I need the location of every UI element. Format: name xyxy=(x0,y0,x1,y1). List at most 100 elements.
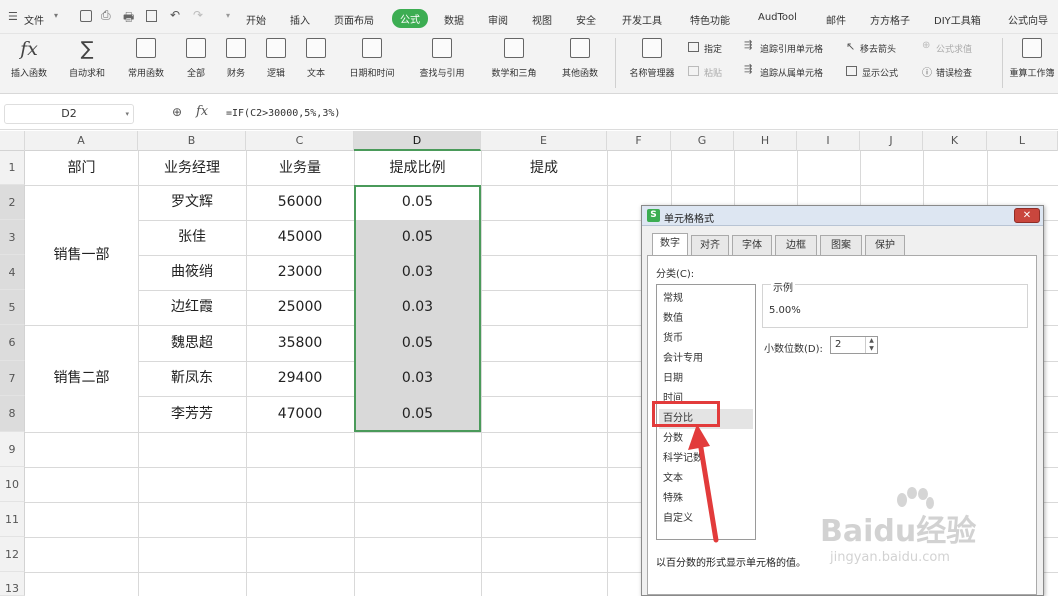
autosum-button[interactable]: ∑ 自动求和 xyxy=(60,38,114,79)
financial-button[interactable]: 财务 xyxy=(218,38,254,79)
tab-audtool[interactable]: AudTool xyxy=(758,12,797,23)
ratio-cell[interactable]: 0.03 xyxy=(354,361,481,396)
chevron-down-icon[interactable]: ▾ xyxy=(226,11,230,20)
merged-cell-dept2[interactable]: 销售二部 xyxy=(25,325,138,432)
volume-cell[interactable]: 35800 xyxy=(246,325,354,361)
tab-diy-toolbox[interactable]: DIY工具箱 xyxy=(934,12,981,27)
name-manager-button[interactable]: 名称管理器 xyxy=(622,38,682,79)
redo-icon[interactable]: ↷ xyxy=(193,8,203,22)
tab-font[interactable]: 字体 xyxy=(732,235,772,255)
spin-up-icon[interactable]: ▲ xyxy=(865,337,877,345)
tab-home[interactable]: 开始 xyxy=(246,12,266,27)
trace-precedents-button[interactable]: 追踪引用单元格 xyxy=(760,42,823,55)
category-item[interactable]: 数值 xyxy=(659,309,753,329)
header-cell-ratio[interactable]: 提成比例 xyxy=(354,151,481,185)
error-check-button[interactable]: 错误检查 xyxy=(936,66,972,79)
column-header[interactable]: B xyxy=(138,131,246,151)
manager-cell[interactable]: 张佳 xyxy=(138,220,246,255)
category-item[interactable]: 货币 xyxy=(659,329,753,349)
column-header[interactable]: I xyxy=(797,131,860,151)
name-box[interactable]: D2 ▾ xyxy=(4,104,134,124)
date-time-button[interactable]: 日期和时间 xyxy=(340,38,404,79)
row-header[interactable]: 8 xyxy=(0,396,25,432)
tab-features[interactable]: 特色功能 xyxy=(690,12,730,27)
column-header[interactable]: F xyxy=(607,131,671,151)
undo-icon[interactable]: ↶ xyxy=(170,8,180,22)
math-trig-button[interactable]: 数学和三角 xyxy=(482,38,546,79)
volume-cell[interactable]: 45000 xyxy=(246,220,354,255)
row-header[interactable]: 9 xyxy=(0,432,25,467)
ratio-cell[interactable]: 0.05 xyxy=(354,185,481,220)
ratio-cell[interactable]: 0.05 xyxy=(354,396,481,432)
dialog-titlebar[interactable]: S 单元格格式 ✕ xyxy=(642,206,1043,226)
column-header[interactable]: C xyxy=(246,131,354,151)
row-header[interactable]: 11 xyxy=(0,502,25,537)
tab-security[interactable]: 安全 xyxy=(576,12,596,27)
manager-cell[interactable]: 曲筱绡 xyxy=(138,255,246,290)
hamburger-icon[interactable]: ☰ xyxy=(8,10,18,23)
volume-cell[interactable]: 47000 xyxy=(246,396,354,432)
tab-data[interactable]: 数据 xyxy=(444,12,464,27)
category-item[interactable]: 常规 xyxy=(659,289,753,309)
lookup-reference-button[interactable]: 查找与引用 xyxy=(410,38,474,79)
tab-alignment[interactable]: 对齐 xyxy=(691,235,729,255)
fx-icon[interactable]: fx xyxy=(196,104,208,119)
zoom-icon[interactable]: ⊕ xyxy=(172,105,182,119)
tab-protection[interactable]: 保护 xyxy=(865,235,905,255)
preview-icon[interactable] xyxy=(146,10,157,22)
tab-mail[interactable]: 邮件 xyxy=(826,12,846,27)
close-icon[interactable]: ✕ xyxy=(1014,208,1040,223)
header-cell-commission[interactable]: 提成 xyxy=(481,151,607,185)
row-header[interactable]: 4 xyxy=(0,255,25,290)
chevron-down-icon[interactable]: ▾ xyxy=(54,11,58,20)
column-header[interactable]: J xyxy=(860,131,923,151)
tab-formula[interactable]: 公式 xyxy=(392,9,428,28)
specify-button[interactable]: 指定 xyxy=(704,42,722,55)
tab-border[interactable]: 边框 xyxy=(775,235,817,255)
spin-down-icon[interactable]: ▼ xyxy=(865,345,877,353)
category-item[interactable]: 日期 xyxy=(659,369,753,389)
common-functions-button[interactable]: 常用函数 xyxy=(120,38,172,79)
row-header[interactable]: 5 xyxy=(0,290,25,325)
ratio-cell[interactable]: 0.03 xyxy=(354,255,481,290)
print-icon[interactable]: 🖶 xyxy=(123,8,134,29)
export-icon[interactable]: ⎙ xyxy=(101,8,111,23)
column-header[interactable]: G xyxy=(671,131,734,151)
ratio-cell[interactable]: 0.05 xyxy=(354,325,481,361)
column-header[interactable]: L xyxy=(987,131,1058,151)
header-cell-volume[interactable]: 业务量 xyxy=(246,151,354,185)
trace-dependents-button[interactable]: 追踪从属单元格 xyxy=(760,66,823,79)
manager-cell[interactable]: 罗文辉 xyxy=(138,185,246,220)
manager-cell[interactable]: 魏思超 xyxy=(138,325,246,361)
insert-function-button[interactable]: fx 插入函数 xyxy=(4,38,54,79)
formula-input[interactable]: =IF(C2>30000,5%,3%) xyxy=(222,104,1052,124)
save-icon[interactable] xyxy=(80,10,92,22)
column-header[interactable]: E xyxy=(481,131,607,151)
all-functions-button[interactable]: 全部 xyxy=(178,38,214,79)
recalculate-button[interactable]: 重算工作簿 xyxy=(1006,38,1058,79)
tab-page-layout[interactable]: 页面布局 xyxy=(334,12,374,27)
other-functions-button[interactable]: 其他函数 xyxy=(552,38,608,79)
row-header[interactable]: 2 xyxy=(0,185,25,220)
tab-view[interactable]: 视图 xyxy=(532,12,552,27)
logical-button[interactable]: 逻辑 xyxy=(258,38,294,79)
manager-cell[interactable]: 边红霞 xyxy=(138,290,246,325)
tab-developer[interactable]: 开发工具 xyxy=(622,12,662,27)
tab-number[interactable]: 数字 xyxy=(652,233,688,256)
select-all-corner[interactable] xyxy=(0,131,25,151)
tab-formula-wizard[interactable]: 公式向导 xyxy=(1008,12,1048,27)
row-header[interactable]: 10 xyxy=(0,467,25,502)
tab-review[interactable]: 审阅 xyxy=(488,12,508,27)
decimals-stepper[interactable]: 2 ▲ ▼ xyxy=(830,336,878,354)
manager-cell[interactable]: 李芳芳 xyxy=(138,396,246,432)
tab-insert[interactable]: 插入 xyxy=(290,12,310,27)
volume-cell[interactable]: 29400 xyxy=(246,361,354,396)
evaluate-formula-button[interactable]: 公式求值 xyxy=(936,42,972,55)
column-header[interactable]: A xyxy=(25,131,138,151)
category-item[interactable]: 会计专用 xyxy=(659,349,753,369)
merged-cell-dept1[interactable]: 销售一部 xyxy=(25,185,138,325)
paste-button[interactable]: 粘贴 xyxy=(704,66,722,79)
header-cell-manager[interactable]: 业务经理 xyxy=(138,151,246,185)
column-header[interactable]: K xyxy=(923,131,987,151)
row-header[interactable]: 1 xyxy=(0,151,25,185)
